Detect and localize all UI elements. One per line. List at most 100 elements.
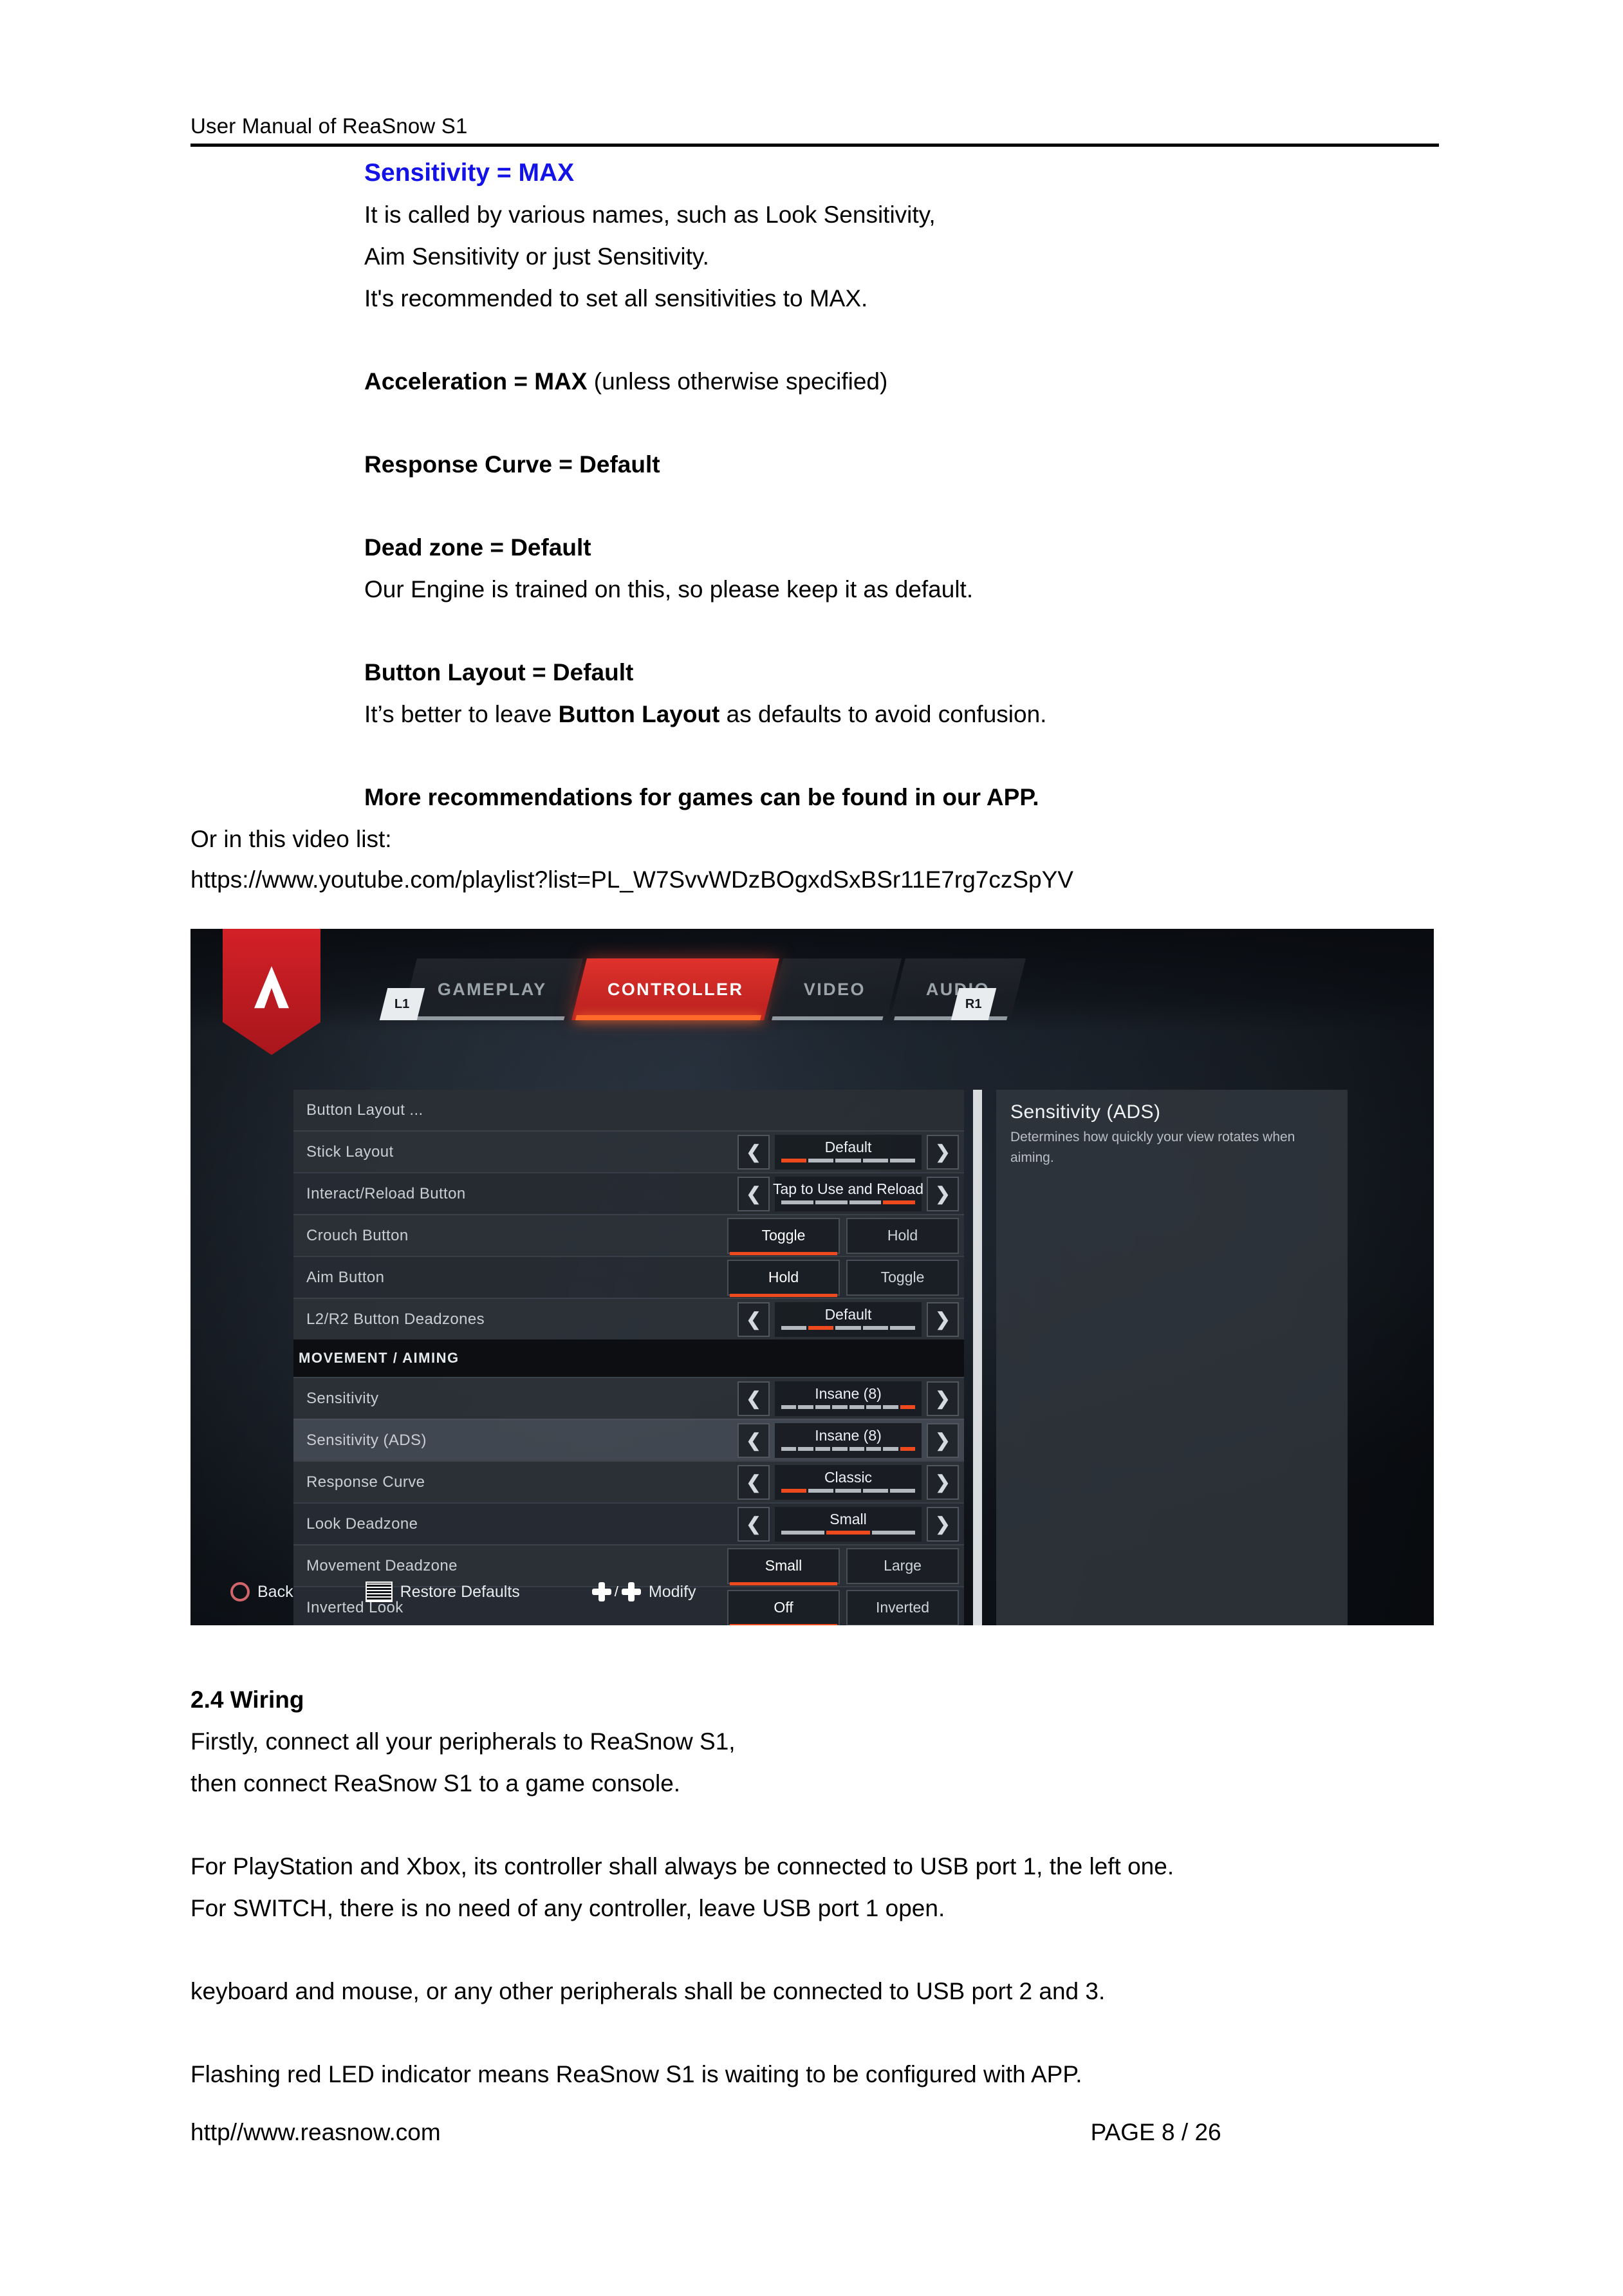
- chevron-left-icon[interactable]: ❮: [737, 1464, 770, 1500]
- apex-legends-logo-icon: [223, 957, 320, 1022]
- stepper-ticks: [781, 1200, 915, 1204]
- stepper-control[interactable]: ❮ Default ❯: [737, 1302, 959, 1337]
- stepper-ticks: [781, 1488, 916, 1493]
- circle-button-icon: [230, 1582, 250, 1601]
- toggle-option-selected[interactable]: Hold: [727, 1259, 840, 1297]
- chevron-left-icon[interactable]: ❮: [737, 1302, 770, 1337]
- setting-row-l2-r2-button-deadzones[interactable]: L2/R2 Button Deadzones ❮ Default ❯: [293, 1298, 964, 1339]
- setting-label: Sensitivity: [306, 1389, 379, 1407]
- info-panel-description: Determines how quickly your view rotates…: [1010, 1130, 1295, 1165]
- settings-scrollbar[interactable]: [973, 1090, 982, 1625]
- stepper-value: Default: [824, 1138, 872, 1155]
- toggle-group[interactable]: Hold Toggle: [721, 1259, 959, 1297]
- setting-row-interact-reload-button[interactable]: Interact/Reload Button ❮ Tap to Use and …: [293, 1172, 964, 1214]
- chevron-left-icon[interactable]: ❮: [737, 1506, 770, 1542]
- tick: [849, 1405, 864, 1409]
- setting-row-sensitivity[interactable]: Sensitivity ❮ Insane (8) ❯: [293, 1377, 964, 1419]
- chevron-right-icon[interactable]: ❯: [927, 1506, 959, 1542]
- stepper-control[interactable]: ❮ Insane (8) ❯: [737, 1381, 959, 1416]
- stepper-value: Insane (8): [815, 1426, 882, 1444]
- setting-label: Look Deadzone: [306, 1515, 418, 1533]
- setting-row-button-layout[interactable]: Button Layout ...: [293, 1090, 964, 1130]
- tick: [835, 1158, 861, 1162]
- action-restore-defaults[interactable]: Restore Defaults: [365, 1582, 520, 1602]
- page-footer: http//www.reasnow.com PAGE 8 / 26: [190, 2119, 1439, 2146]
- setting-row-response-curve[interactable]: Response Curve ❮ Classic ❯: [293, 1461, 964, 1502]
- wiring-heading: 2.4 Wiring: [190, 1686, 304, 1713]
- setting-label: Interact/Reload Button: [306, 1184, 466, 1202]
- footer-website[interactable]: http//www.reasnow.com: [190, 2119, 441, 2146]
- video-playlist-url[interactable]: https://www.youtube.com/playlist?list=PL…: [190, 860, 1439, 900]
- tab-controller[interactable]: CONTROLLER: [571, 958, 780, 1020]
- toggle-option[interactable]: Toggle: [846, 1259, 959, 1296]
- tick: [798, 1446, 813, 1451]
- touchpad-icon: [365, 1582, 393, 1602]
- chevron-left-icon[interactable]: ❮: [737, 1381, 770, 1416]
- tab-gameplay[interactable]: GAMEPLAY: [402, 958, 583, 1020]
- setting-row-crouch-button[interactable]: Crouch Button Toggle Hold: [293, 1214, 964, 1256]
- apex-controller-settings-screenshot: GAMEPLAY CONTROLLER VIDEO AUDIO L1 R1 Bu…: [190, 929, 1434, 1625]
- sensitivity-line-2: Aim Sensitivity or just Sensitivity.: [364, 243, 709, 270]
- settings-tabs[interactable]: GAMEPLAY CONTROLLER VIDEO AUDIO: [402, 958, 1026, 1020]
- stepper-control[interactable]: ❮ Default ❯: [737, 1134, 959, 1170]
- acceleration-line: Acceleration = MAX (unless otherwise spe…: [364, 360, 1439, 402]
- bumper-l1-label: L1: [394, 996, 410, 1011]
- toggle-option-selected[interactable]: Toggle: [727, 1217, 840, 1255]
- stepper-control[interactable]: ❮ Small ❯: [737, 1506, 959, 1542]
- chevron-right-icon[interactable]: ❯: [927, 1176, 959, 1211]
- stepper-control[interactable]: ❮ Insane (8) ❯: [737, 1423, 959, 1458]
- action-back[interactable]: Back: [230, 1582, 293, 1601]
- wiring-line-2: then connect ReaSnow S1 to a game consol…: [190, 1770, 681, 1797]
- stepper-ticks: [781, 1325, 916, 1330]
- chevron-left-icon[interactable]: ❮: [737, 1423, 770, 1458]
- tab-controller-label: CONTROLLER: [607, 979, 744, 999]
- info-panel-title: Sensitivity (ADS): [1010, 1101, 1161, 1123]
- tick: [781, 1325, 807, 1330]
- setting-row-aim-button[interactable]: Aim Button Hold Toggle: [293, 1256, 964, 1298]
- tick: [798, 1405, 813, 1409]
- tab-video[interactable]: VIDEO: [768, 958, 902, 1020]
- manual-page: User Manual of ReaSnow S1 Sensitivity = …: [0, 0, 1623, 2296]
- tab-video-label: VIDEO: [804, 979, 866, 999]
- chevron-right-icon[interactable]: ❯: [927, 1423, 959, 1458]
- setting-row-stick-layout[interactable]: Stick Layout ❮ Default ❯: [293, 1130, 964, 1172]
- setting-label: Crouch Button: [306, 1226, 409, 1244]
- tick: [815, 1446, 831, 1451]
- stepper-control[interactable]: ❮ Tap to Use and Reload ❯: [737, 1176, 959, 1211]
- toggle-group[interactable]: Toggle Hold: [721, 1217, 959, 1255]
- action-modify[interactable]: / Modify: [591, 1582, 696, 1601]
- stepper-value: Tap to Use and Reload: [773, 1180, 923, 1197]
- wiring-line-1: Firstly, connect all your peripherals to…: [190, 1728, 736, 1755]
- tick: [866, 1446, 882, 1451]
- chevron-right-icon[interactable]: ❯: [927, 1464, 959, 1500]
- stepper-ticks: [781, 1158, 916, 1162]
- header-rule: [190, 144, 1439, 147]
- game-top-bar: GAMEPLAY CONTROLLER VIDEO AUDIO L1 R1: [190, 929, 1434, 1055]
- tick: [808, 1325, 834, 1330]
- stepper-value: Classic: [824, 1468, 873, 1486]
- tick: [781, 1405, 797, 1409]
- setting-row-look-deadzone[interactable]: Look Deadzone ❮ Small ❯: [293, 1502, 964, 1544]
- action-restore-defaults-label: Restore Defaults: [400, 1582, 520, 1601]
- toggle-option[interactable]: Hold: [846, 1217, 959, 1254]
- setting-row-sensitivity-ads[interactable]: Sensitivity (ADS) ❮ Insane (8) ❯: [293, 1419, 964, 1461]
- stepper-value-box: Classic: [775, 1464, 922, 1500]
- chevron-right-icon[interactable]: ❯: [927, 1134, 959, 1170]
- chevron-left-icon[interactable]: ❮: [737, 1134, 770, 1170]
- scrollbar-thumb[interactable]: [973, 1090, 982, 1625]
- chevron-right-icon[interactable]: ❯: [927, 1302, 959, 1337]
- wiring-line-4: For SWITCH, there is no need of any cont…: [190, 1895, 945, 1921]
- chevron-right-icon[interactable]: ❯: [927, 1381, 959, 1416]
- tick: [826, 1530, 870, 1535]
- setting-label: Aim Button: [306, 1268, 385, 1286]
- setting-label: L2/R2 Button Deadzones: [306, 1310, 485, 1328]
- more-recommendations: More recommendations for games can be fo…: [364, 784, 1039, 810]
- button-layout-note-c: as defaults to avoid confusion.: [719, 701, 1047, 727]
- stepper-value: Insane (8): [815, 1385, 882, 1402]
- stepper-control[interactable]: ❮ Classic ❯: [737, 1464, 959, 1500]
- chevron-left-icon[interactable]: ❮: [737, 1176, 770, 1211]
- setting-label: Stick Layout: [306, 1143, 394, 1161]
